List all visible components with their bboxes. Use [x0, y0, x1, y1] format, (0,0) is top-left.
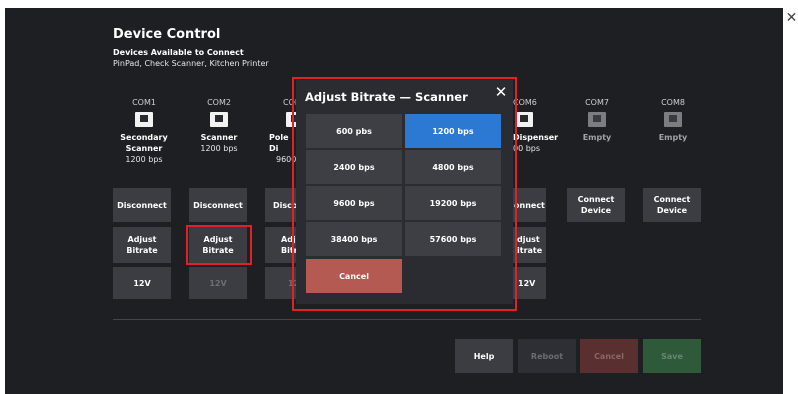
- port-label: COM8: [661, 98, 685, 107]
- close-icon[interactable]: ✕: [785, 10, 798, 26]
- device-bitrate: 1200 bps: [200, 144, 238, 153]
- modal-highlight: [292, 77, 517, 311]
- port-com1: COM1 Secondary Scanner 1200 bps: [113, 98, 175, 165]
- port-icon: [515, 112, 533, 127]
- disconnect-button-com2[interactable]: Disconnect: [189, 188, 247, 222]
- port-com8: COM8 Empty: [642, 98, 704, 143]
- device-bitrate: 1200 bps: [125, 155, 163, 164]
- available-devices-list: PinPad, Check Scanner, Kitchen Printer: [113, 59, 269, 68]
- port-label: COM6: [513, 98, 537, 107]
- adjust-bitrate-highlight: [186, 225, 252, 265]
- connect-device-button-com8[interactable]: Connect Device: [643, 188, 701, 222]
- footer-cancel-button[interactable]: Cancel: [580, 339, 638, 373]
- port-com2: COM2 Scanner 1200 bps: [188, 98, 250, 154]
- device-name: Scanner: [200, 133, 238, 142]
- port-com6: COM6 Dispenser 00 bps: [513, 98, 563, 154]
- power-12v-button-com1[interactable]: 12V: [113, 267, 171, 299]
- disconnect-button-com1[interactable]: Disconnect: [113, 188, 171, 222]
- divider: [113, 319, 701, 320]
- power-12v-button-com2[interactable]: 12V: [189, 267, 247, 299]
- port-label: COM1: [132, 98, 156, 107]
- button-label-line2: Device: [656, 206, 688, 215]
- device-name-line2: Scanner: [125, 144, 163, 153]
- button-label-line1: Connect: [653, 195, 691, 204]
- button-label-line2: Device: [580, 206, 612, 215]
- button-label-line1: djust: [517, 235, 540, 244]
- power-12v-button-com6[interactable]: 12V: [513, 267, 546, 299]
- button-label-line2: Bitrate: [126, 246, 158, 255]
- button-label-line2: itrate: [517, 246, 543, 255]
- available-devices-heading: Devices Available to Connect: [113, 48, 244, 57]
- button-label-line1: Adjust: [127, 235, 157, 244]
- adjust-bitrate-button-com6[interactable]: djust itrate: [513, 227, 546, 263]
- port-label: COM7: [585, 98, 609, 107]
- button-label-line1: Connect: [577, 195, 615, 204]
- device-name: Empty: [658, 133, 688, 142]
- page-title: Device Control: [113, 27, 221, 42]
- port-icon: [210, 112, 228, 127]
- reboot-button[interactable]: Reboot: [518, 339, 576, 373]
- port-label: COM2: [207, 98, 231, 107]
- connect-device-button-com7[interactable]: Connect Device: [567, 188, 625, 222]
- save-button[interactable]: Save: [643, 339, 701, 373]
- port-icon: [588, 112, 606, 127]
- port-icon: [664, 112, 682, 127]
- port-icon: [135, 112, 153, 127]
- help-button[interactable]: Help: [455, 339, 513, 373]
- adjust-bitrate-button-com1[interactable]: Adjust Bitrate: [113, 227, 171, 263]
- disconnect-button-com6[interactable]: onnect: [513, 188, 546, 222]
- device-name: Dispenser: [513, 133, 559, 142]
- device-bitrate: 00 bps: [513, 144, 541, 153]
- port-com7: COM7 Empty: [566, 98, 628, 143]
- device-name: Empty: [582, 133, 612, 142]
- device-name: Secondary: [120, 133, 168, 142]
